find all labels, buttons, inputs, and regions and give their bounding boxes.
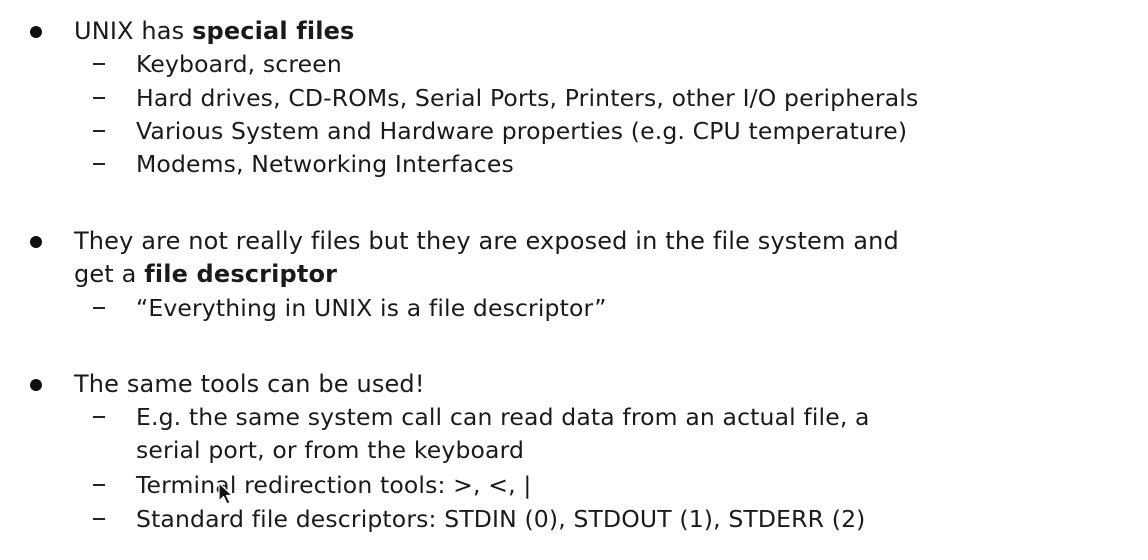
bullet-2-line-2: get a file descriptor [74,257,337,291]
sub-dash [93,518,105,520]
sub-dash [93,97,105,99]
bullet-dot [30,379,42,391]
bullet-3-sub-1-line-2: serial port, or from the keyboard [136,436,525,464]
sub-dash [93,63,105,65]
bullet-1-sub-3: Various System and Hardware properties (… [136,117,908,145]
bullet-text: UNIX has [74,17,193,45]
bullet-1-sub-1: Keyboard, screen [136,50,342,78]
sub-dash [93,307,105,309]
bullet-3-sub-2: Terminal redirection tools: >, <, | [136,471,532,499]
sub-dash [93,163,105,165]
bullet-dot [30,236,42,248]
bullet-bold-text: file descriptor [144,260,338,288]
mouse-pointer-icon [218,482,234,505]
sub-dash [93,484,105,486]
slide: UNIX has special files Keyboard, screen … [0,0,1148,560]
bullet-3-line-1: The same tools can be used! [74,367,425,401]
bullet-1-sub-2: Hard drives, CD-ROMs, Serial Ports, Prin… [136,84,919,112]
bullet-3-sub-3: Standard file descriptors: STDIN (0), ST… [136,505,866,533]
bullet-2-sub-1: “Everything in UNIX is a file descriptor… [136,294,607,322]
bullet-text: They are not really files but they are e… [74,227,899,255]
bullet-text: The same tools can be used! [74,370,425,398]
bullet-3-sub-1-line-1: E.g. the same system call can read data … [136,403,870,431]
bullet-2-line-1: They are not really files but they are e… [74,224,899,258]
sub-dash [93,130,105,132]
bullet-text: get a [74,260,145,288]
sub-dash [93,416,105,418]
bullet-bold-text: special files [192,17,355,45]
bullet-1-sub-4: Modems, Networking Interfaces [136,150,514,178]
bullet-1-line-1: UNIX has special files [74,14,354,48]
bullet-dot [30,26,42,38]
